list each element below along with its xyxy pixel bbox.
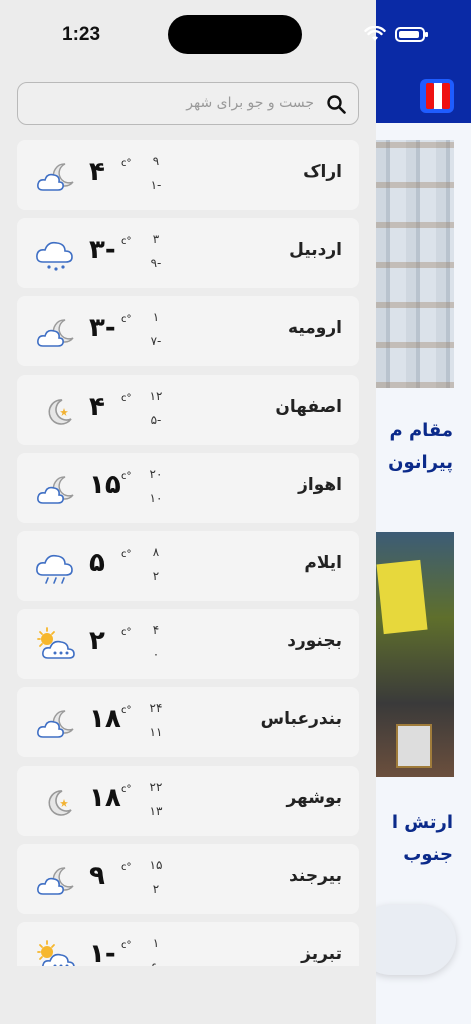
wifi-icon: [364, 26, 386, 41]
current-temp: ۲: [89, 626, 105, 657]
city-name: اصفهان: [275, 396, 342, 417]
city-row[interactable]: اردبیل ۳ ۹- ۳- c°: [17, 218, 359, 289]
sun-snow-cloud-icon: [35, 625, 77, 665]
temp-unit: c°: [121, 470, 132, 482]
city-name: اراک: [303, 162, 342, 182]
low-temp: ۶-: [145, 960, 167, 966]
current-temp: ۵: [89, 547, 105, 578]
cloud-moon-icon: [35, 156, 77, 196]
current-temp: ۴: [89, 391, 105, 422]
current-temp: ۱۸: [89, 782, 121, 813]
news-image-2: [376, 532, 454, 777]
city-row[interactable]: اراک ۹ ۱- ۴ c°: [17, 140, 359, 210]
city-row[interactable]: تبریز ۱ ۶- ۱- c°: [17, 921, 359, 966]
app-logo: [420, 79, 454, 113]
temp-unit: c°: [121, 705, 132, 717]
city-row[interactable]: ایلام ۸ ۲ ۵ c°: [17, 530, 359, 601]
low-temp: ۷-: [150, 334, 162, 349]
high-temp: ۲۴: [149, 701, 163, 716]
current-temp: ۳-: [89, 235, 116, 266]
cloud-moon-icon: [35, 860, 77, 900]
high-temp: ۹: [152, 154, 160, 168]
current-temp: ۴: [89, 157, 105, 187]
high-temp: ۴: [152, 623, 160, 638]
clear-moon-icon: [35, 782, 77, 822]
news-headline-2: ارتش ا: [391, 812, 453, 833]
news-headline-2-line2: جنوب: [403, 844, 453, 865]
high-temp: ۲۰: [149, 466, 163, 481]
temp-unit: c°: [121, 548, 132, 560]
news-headline-1-line2: پیرانون: [388, 452, 453, 473]
dynamic-island: [168, 15, 302, 54]
rain-cloud-icon: [35, 547, 77, 587]
city-name: اهواز: [298, 474, 342, 495]
city-weather-list[interactable]: اراک ۹ ۱- ۴ c° اردبیل ۳ ۹- ۳- c° ارومیه ۱ ۷- ۳- c° اصفه…: [17, 140, 359, 966]
current-temp: ۳-: [89, 313, 116, 344]
current-temp: ۱-: [89, 938, 116, 966]
high-temp: ۳: [152, 232, 160, 247]
temp-unit: c°: [121, 861, 132, 873]
temp-unit: c°: [121, 939, 132, 951]
news-headline-1: مقام م: [389, 420, 453, 441]
city-name: ایلام: [304, 552, 342, 573]
search-bar[interactable]: [17, 82, 359, 125]
city-name: ارومیه: [288, 318, 342, 339]
low-temp: ۲: [152, 881, 160, 896]
clear-moon-icon: [35, 391, 77, 431]
temp-unit: c°: [121, 392, 132, 404]
battery-icon: [395, 27, 428, 42]
cloud-moon-icon: [35, 312, 77, 352]
temp-unit: c°: [121, 783, 132, 795]
temp-unit: c°: [121, 158, 132, 169]
search-icon[interactable]: [326, 94, 346, 114]
city-row[interactable]: بیرجند ۱۵ ۲ ۹ c°: [17, 843, 359, 914]
status-time: 1:23: [62, 24, 101, 45]
low-temp: ۵-: [150, 412, 162, 427]
city-name: بیرجند: [289, 865, 342, 886]
low-temp: ۲: [152, 568, 160, 583]
search-input[interactable]: [44, 83, 314, 123]
sun-snow-cloud-icon: [35, 938, 77, 966]
city-row[interactable]: بجنورد ۴ ۰ ۲ c°: [17, 609, 359, 680]
cloud-moon-icon: [35, 703, 77, 743]
high-temp: ۸: [152, 544, 160, 559]
low-temp: ۱۰: [149, 490, 163, 505]
city-name: اردبیل: [289, 240, 342, 261]
cloud-moon-icon: [35, 469, 77, 509]
weather-drawer: اراک۹۱-۴c°اردبیل۳۹-۳-c°ارومیه۱۷-۳-c°اصفه…: [0, 0, 376, 1024]
high-temp: ۱۲: [149, 388, 163, 403]
city-name: بجنورد: [287, 631, 342, 652]
city-row[interactable]: اهواز ۲۰ ۱۰ ۱۵ c°: [17, 452, 359, 523]
high-temp: ۱: [152, 935, 160, 950]
city-name: بوشهر: [286, 787, 342, 808]
city-row[interactable]: بوشهر ۲۲ ۱۳ ۱۸ c°: [17, 765, 359, 836]
temp-unit: c°: [121, 627, 132, 639]
low-temp: ۰: [152, 647, 160, 662]
high-temp: ۲۲: [149, 779, 163, 794]
city-row[interactable]: بندرعباس ۲۴ ۱۱ ۱۸ c°: [17, 687, 359, 758]
low-temp: ۱۳: [149, 803, 163, 818]
city-row[interactable]: ارومیه ۱ ۷- ۳- c°: [17, 296, 359, 367]
city-name: بندرعباس: [260, 709, 342, 730]
news-image-1: [376, 140, 454, 388]
low-temp: ۹-: [150, 256, 162, 271]
city-row[interactable]: اصفهان ۱۲ ۵- ۴ c°: [17, 374, 359, 445]
temp-unit: c°: [121, 314, 132, 326]
current-temp: ۱۸: [89, 704, 121, 735]
low-temp: ۱-: [150, 178, 162, 192]
temp-unit: c°: [121, 236, 132, 248]
high-temp: ۱۵: [149, 857, 163, 872]
snow-cloud-icon: [35, 234, 77, 274]
high-temp: ۱: [152, 310, 160, 325]
city-name: تبریز: [301, 943, 342, 964]
current-temp: ۱۵: [89, 469, 121, 500]
low-temp: ۱۱: [149, 725, 163, 740]
status-bar: 1:23: [0, 0, 471, 70]
current-temp: ۹: [89, 860, 105, 891]
